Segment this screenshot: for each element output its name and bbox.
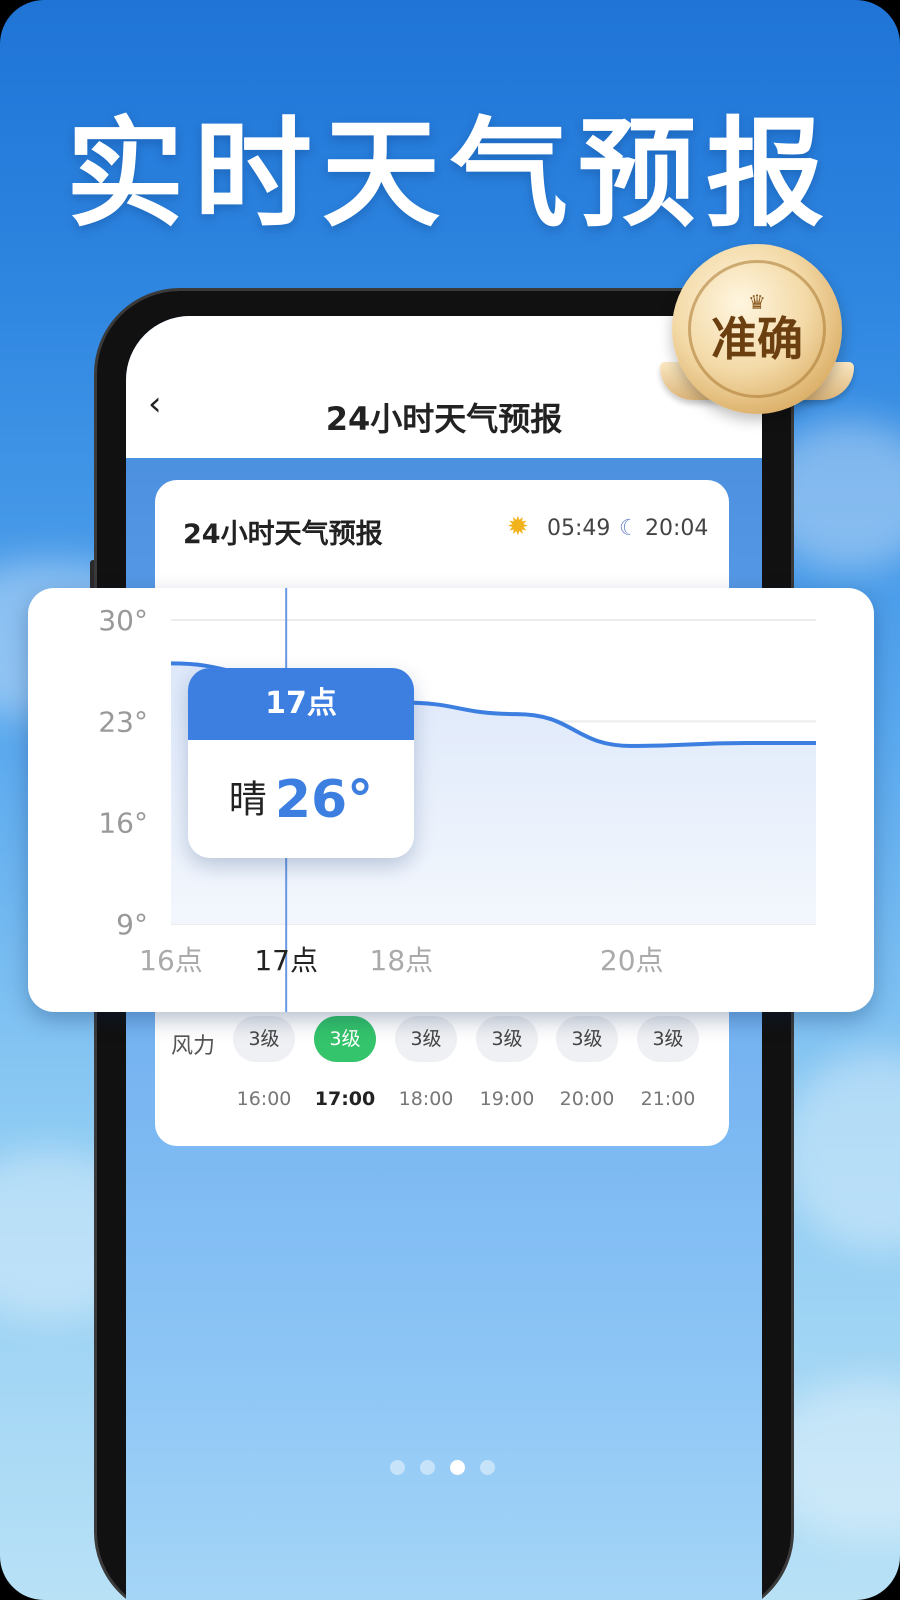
y-tick-label: 9° [116, 908, 148, 941]
tooltip-condition: 晴 [228, 777, 267, 822]
page-title: 24小时天气预报 [325, 400, 563, 438]
x-tick-label: 17点 [254, 944, 318, 977]
wind-time-label: 17:00 [314, 1088, 376, 1110]
wind-level-pill[interactable]: 3级 [395, 1016, 457, 1062]
x-tick-label: 16点 [139, 944, 203, 977]
wind-level-pill[interactable]: 3级 [556, 1016, 618, 1062]
chart-tooltip: 17点 晴 26° [188, 668, 414, 858]
wind-level-pill[interactable]: 3级 [233, 1016, 295, 1062]
y-tick-label: 23° [98, 705, 148, 738]
tooltip-body: 晴 26° [188, 740, 414, 858]
badge-inner: ♛ 准确 [688, 260, 826, 398]
wind-level-pill[interactable]: 3级 [637, 1016, 699, 1062]
moon-icon: ☾ [619, 516, 639, 541]
promo-headline: 实时天气预报 [65, 105, 834, 243]
tooltip-temperature: 26° [274, 769, 374, 830]
page-indicator [390, 1460, 510, 1476]
accuracy-badge: ♛ 准确 [672, 244, 842, 414]
sunset-time: 20:04 [645, 516, 709, 541]
temperature-chart[interactable]: 30° 23° 16° 9°16点 17点 18点 20点 [28, 588, 874, 1012]
wind-time-label: 18:00 [398, 1088, 454, 1110]
y-tick-label: 16° [98, 807, 148, 840]
sun-icon: ✹ [507, 512, 529, 542]
page-dot[interactable] [420, 1460, 435, 1475]
page-dot[interactable] [480, 1460, 495, 1475]
wind-level-pill[interactable]: 3级 [314, 1016, 376, 1062]
wind-time-label: 20:00 [559, 1088, 615, 1110]
wind-time-label: 16:00 [236, 1088, 292, 1110]
tooltip-hour: 17点 [188, 668, 414, 740]
card-title: 24小时天气预报 [183, 519, 383, 550]
wind-time-label: 19:00 [479, 1088, 535, 1110]
wind-label: 风力 [171, 1034, 216, 1059]
promo-background: 实时天气预报 ‹ 24小时天气预报 24小时天气预报 ✹ 05:49 ☾ 20:… [0, 0, 900, 1600]
page-dot[interactable] [390, 1460, 405, 1475]
y-tick-label: 30° [98, 604, 148, 637]
sunrise-time: 05:49 [547, 516, 611, 541]
badge-text: 准确 [711, 312, 803, 366]
temperature-chart-card: 30° 23° 16° 9° 16点 17点 18点 20点 [28, 588, 874, 1012]
crown-icon: ♛ [748, 290, 766, 314]
x-tick-label: 18点 [370, 944, 434, 977]
x-tick-label: 20点 [600, 944, 664, 977]
page-dot-active[interactable] [450, 1460, 465, 1475]
cloud [780, 1050, 900, 1250]
wind-level-pill[interactable]: 3级 [476, 1016, 538, 1062]
wind-time-label: 21:00 [640, 1088, 696, 1110]
